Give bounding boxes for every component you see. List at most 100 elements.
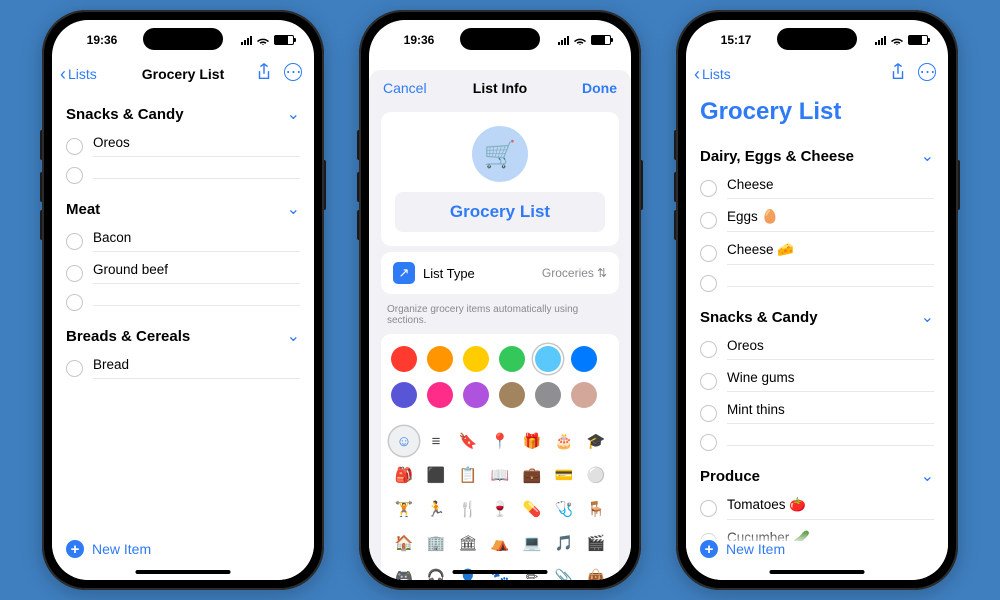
reminder-label[interactable]: Cheese 🧀 <box>727 242 934 265</box>
icon-option[interactable]: ⚪ <box>581 460 611 490</box>
icon-option[interactable]: 🎵 <box>549 528 579 558</box>
icon-option[interactable]: 🩺 <box>549 494 579 524</box>
list-type-row[interactable]: ↗ List Type Groceries⇅ <box>381 252 619 294</box>
reminder-row[interactable] <box>700 270 934 297</box>
more-icon[interactable]: ⋯ <box>918 63 936 81</box>
reminder-circle[interactable] <box>66 294 83 311</box>
reminder-circle[interactable] <box>66 360 83 377</box>
icon-option[interactable]: 💊 <box>517 494 547 524</box>
share-icon[interactable] <box>256 63 272 86</box>
home-indicator[interactable] <box>453 570 548 574</box>
icon-option[interactable]: 💳 <box>549 460 579 490</box>
reminder-row[interactable] <box>66 162 300 189</box>
share-icon[interactable] <box>890 63 906 86</box>
reminder-circle[interactable] <box>66 233 83 250</box>
reminder-label[interactable]: Eggs 🥚 <box>727 209 934 232</box>
reminder-label[interactable]: Ground beef <box>93 262 300 284</box>
color-swatch[interactable] <box>391 346 417 372</box>
color-swatch[interactable] <box>427 382 453 408</box>
list-name-input[interactable]: Grocery List <box>395 192 605 232</box>
reminder-label[interactable]: Wine gums <box>727 370 934 392</box>
reminder-circle[interactable] <box>700 180 717 197</box>
reminder-label[interactable]: Bread <box>93 357 300 379</box>
reminder-row[interactable]: Oreos <box>700 333 934 365</box>
more-icon[interactable]: ⋯ <box>284 63 302 81</box>
reminder-label[interactable]: Oreos <box>93 135 300 157</box>
cancel-button[interactable]: Cancel <box>383 80 427 96</box>
reminder-label[interactable]: Cheese <box>727 177 934 199</box>
icon-option[interactable]: 📎 <box>549 562 579 580</box>
color-swatch[interactable] <box>427 346 453 372</box>
icon-option[interactable]: 🏛 <box>453 528 483 558</box>
reminder-label[interactable] <box>93 299 300 306</box>
icon-option[interactable]: ☺ <box>389 426 419 456</box>
icon-option[interactable]: 🎂 <box>549 426 579 456</box>
icon-option[interactable]: 🎓 <box>581 426 611 456</box>
icon-option[interactable]: 🍴 <box>453 494 483 524</box>
reminder-row[interactable]: Oreos <box>66 130 300 162</box>
reminder-row[interactable]: Mint thins <box>700 397 934 429</box>
color-swatch[interactable] <box>463 382 489 408</box>
icon-option[interactable]: ⛺ <box>485 528 515 558</box>
icon-option[interactable]: 🔖 <box>453 426 483 456</box>
section-header[interactable]: Produce⌄ <box>700 456 934 492</box>
reminder-label[interactable] <box>727 280 934 287</box>
icon-option[interactable]: 🎁 <box>517 426 547 456</box>
section-header[interactable]: Breads & Cereals⌄ <box>66 316 300 352</box>
color-swatch[interactable] <box>535 382 561 408</box>
icon-option[interactable]: 💻 <box>517 528 547 558</box>
reminder-row[interactable]: Bread <box>66 352 300 384</box>
reminder-label[interactable]: Tomatoes 🍅 <box>727 497 934 520</box>
reminder-row[interactable] <box>66 289 300 316</box>
icon-option[interactable]: 📍 <box>485 426 515 456</box>
icon-option[interactable]: 💼 <box>517 460 547 490</box>
icon-option[interactable]: 🎒 <box>389 460 419 490</box>
reminder-label[interactable]: Mint thins <box>727 402 934 424</box>
icon-option[interactable]: 📖 <box>485 460 515 490</box>
reminder-row[interactable]: Ground beef <box>66 257 300 289</box>
reminder-circle[interactable] <box>66 167 83 184</box>
icon-option[interactable]: 📋 <box>453 460 483 490</box>
reminder-circle[interactable] <box>700 275 717 292</box>
icon-option[interactable]: 🎧 <box>421 562 451 580</box>
section-header[interactable]: Dairy, Eggs & Cheese⌄ <box>700 136 934 172</box>
reminder-circle[interactable] <box>700 500 717 517</box>
icon-option[interactable]: 🏢 <box>421 528 451 558</box>
reminder-label[interactable] <box>93 172 300 179</box>
reminder-circle[interactable] <box>66 138 83 155</box>
reminder-label[interactable]: Oreos <box>727 338 934 360</box>
icon-option[interactable]: 🎮 <box>389 562 419 580</box>
color-swatch[interactable] <box>571 346 597 372</box>
back-button[interactable]: ‹ Lists <box>694 66 731 82</box>
reminder-row[interactable]: Cheese 🧀 <box>700 237 934 270</box>
color-swatch[interactable] <box>571 382 597 408</box>
reminder-circle[interactable] <box>700 245 717 262</box>
reminder-circle[interactable] <box>700 373 717 390</box>
icon-option[interactable]: 🪑 <box>581 494 611 524</box>
reminder-row[interactable]: Wine gums <box>700 365 934 397</box>
reminder-circle[interactable] <box>700 341 717 358</box>
reminder-row[interactable] <box>700 429 934 456</box>
icon-option[interactable]: 🏋 <box>389 494 419 524</box>
icon-option[interactable]: 🏃 <box>421 494 451 524</box>
reminder-row[interactable]: Cheese <box>700 172 934 204</box>
done-button[interactable]: Done <box>582 80 617 96</box>
icon-option[interactable]: 🏠 <box>389 528 419 558</box>
back-button[interactable]: ‹ Lists <box>60 66 97 82</box>
reminder-circle[interactable] <box>700 405 717 422</box>
color-swatch[interactable] <box>499 346 525 372</box>
icon-option[interactable]: 🎬 <box>581 528 611 558</box>
color-swatch[interactable] <box>391 382 417 408</box>
color-swatch[interactable] <box>535 346 561 372</box>
reminder-label[interactable] <box>727 439 934 446</box>
section-header[interactable]: Snacks & Candy⌄ <box>700 297 934 333</box>
icon-option[interactable]: ⬛ <box>421 460 451 490</box>
reminder-circle[interactable] <box>66 265 83 282</box>
reminder-row[interactable]: Bacon <box>66 225 300 257</box>
reminder-row[interactable]: Tomatoes 🍅 <box>700 492 934 525</box>
icon-option[interactable]: 🍷 <box>485 494 515 524</box>
icon-option[interactable]: ≡ <box>421 426 451 456</box>
reminder-circle[interactable] <box>700 212 717 229</box>
section-header[interactable]: Snacks & Candy⌄ <box>66 94 300 130</box>
section-header[interactable]: Meat⌄ <box>66 189 300 225</box>
